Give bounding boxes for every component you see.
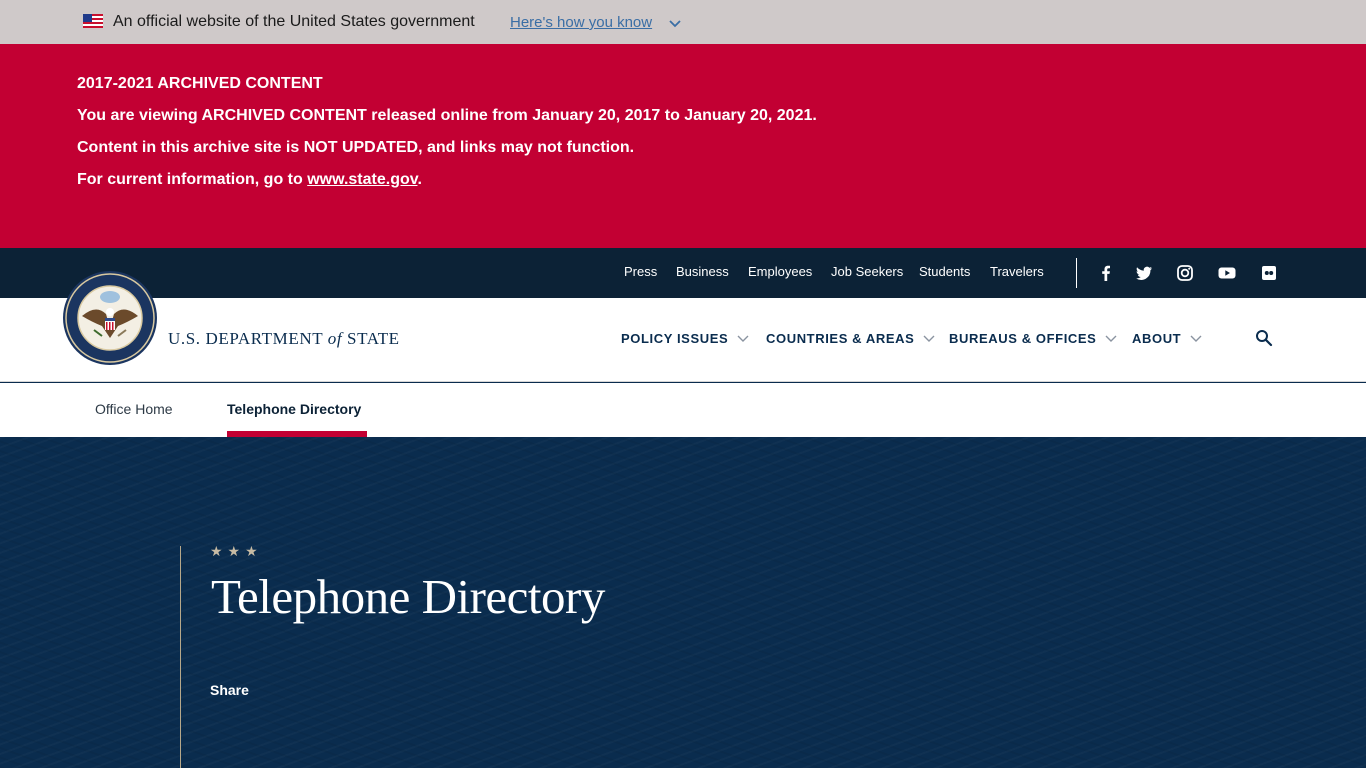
us-flag-icon (83, 14, 103, 28)
department-name-of: of (327, 329, 343, 348)
chevron-down-icon (923, 335, 935, 342)
facebook-icon[interactable] (1095, 262, 1117, 284)
hero-divider (180, 546, 181, 768)
archive-warning: Content in this archive site is NOT UPDA… (77, 139, 635, 156)
archive-current-info: For current information, go to www.state… (77, 170, 422, 190)
nav-bureaus-offices[interactable]: BUREAUS & OFFICES (949, 331, 1117, 346)
utility-link-employees[interactable]: Employees (748, 264, 812, 280)
office-subnav: Office Home Telephone Directory (0, 383, 1366, 437)
share-button[interactable]: Share (210, 682, 249, 698)
state-gov-link[interactable]: www.state.gov (307, 171, 417, 188)
search-icon[interactable] (1255, 329, 1273, 347)
gov-banner-text: An official website of the United States… (113, 13, 475, 30)
department-name-suffix: STATE (342, 329, 400, 348)
stars-ornament: ★★★ (210, 543, 263, 559)
nav-policy-issues-label: POLICY ISSUES (621, 331, 729, 346)
twitter-icon[interactable] (1133, 262, 1155, 284)
archive-current-prefix: For current information, go to (77, 171, 308, 188)
utility-divider (1076, 258, 1077, 288)
utility-bar: Press Business Employees Job Seekers Stu… (0, 248, 1366, 298)
nav-about-label: ABOUT (1132, 331, 1182, 346)
utility-link-travelers[interactable]: Travelers (990, 264, 1044, 280)
gov-banner: An official website of the United States… (0, 0, 1366, 44)
nav-about[interactable]: ABOUT (1132, 331, 1202, 346)
chevron-down-icon (737, 335, 749, 342)
archive-banner: 2017-2021 ARCHIVED CONTENT You are viewi… (0, 44, 1366, 248)
chevron-down-icon (1190, 335, 1202, 342)
utility-link-business[interactable]: Business (676, 264, 729, 280)
utility-link-job-seekers[interactable]: Job Seekers (831, 264, 903, 280)
department-name-prefix: U.S. DEPARTMENT (168, 329, 328, 348)
flickr-icon[interactable] (1258, 262, 1280, 284)
chevron-down-icon (1105, 335, 1117, 342)
archive-current-suffix: . (417, 171, 422, 188)
nav-bureaus-offices-label: BUREAUS & OFFICES (949, 331, 1097, 346)
subnav-telephone-directory[interactable]: Telephone Directory (227, 401, 361, 417)
nav-countries-areas[interactable]: COUNTRIES & AREAS (766, 331, 935, 346)
department-name[interactable]: U.S. DEPARTMENT of STATE (168, 329, 400, 349)
archive-notice: You are viewing ARCHIVED CONTENT release… (77, 107, 817, 124)
how-you-know-link[interactable]: Here's how you know (510, 13, 652, 33)
archive-title: 2017-2021 ARCHIVED CONTENT (77, 75, 323, 92)
utility-link-students[interactable]: Students (919, 264, 970, 280)
utility-link-press[interactable]: Press (624, 264, 657, 280)
nav-policy-issues[interactable]: POLICY ISSUES (621, 331, 749, 346)
state-department-seal-icon[interactable] (62, 270, 158, 366)
youtube-icon[interactable] (1216, 262, 1238, 284)
subnav-office-home[interactable]: Office Home (95, 401, 173, 417)
instagram-icon[interactable] (1174, 262, 1196, 284)
page-title: Telephone Directory (211, 569, 605, 624)
page-hero (0, 437, 1366, 768)
chevron-down-icon[interactable] (669, 18, 681, 28)
nav-countries-areas-label: COUNTRIES & AREAS (766, 331, 915, 346)
